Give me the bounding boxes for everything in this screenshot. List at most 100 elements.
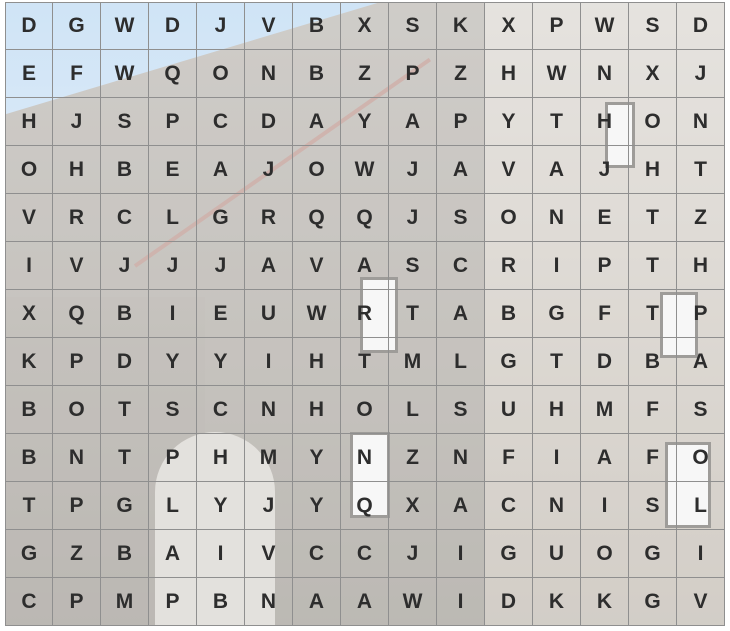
letter-cell[interactable]: V (53, 242, 101, 290)
letter-cell[interactable]: G (53, 2, 101, 50)
letter-cell[interactable]: C (293, 530, 341, 578)
letter-cell[interactable]: B (197, 578, 245, 626)
letter-cell[interactable]: V (293, 242, 341, 290)
letter-cell[interactable]: P (677, 290, 725, 338)
letter-cell[interactable]: J (101, 242, 149, 290)
letter-cell[interactable]: B (293, 2, 341, 50)
letter-cell[interactable]: I (533, 434, 581, 482)
letter-cell[interactable]: T (629, 242, 677, 290)
letter-cell[interactable]: N (245, 50, 293, 98)
letter-cell[interactable]: T (533, 98, 581, 146)
letter-cell[interactable]: V (5, 194, 53, 242)
letter-cell[interactable]: K (437, 2, 485, 50)
letter-cell[interactable]: C (341, 530, 389, 578)
letter-cell[interactable]: P (53, 578, 101, 626)
letter-cell[interactable]: W (341, 146, 389, 194)
letter-cell[interactable]: R (245, 194, 293, 242)
letter-cell[interactable]: O (341, 386, 389, 434)
letter-cell[interactable]: P (581, 242, 629, 290)
letter-cell[interactable]: D (677, 2, 725, 50)
letter-cell[interactable]: M (389, 338, 437, 386)
letter-cell[interactable]: Z (389, 434, 437, 482)
letter-cell[interactable]: G (629, 578, 677, 626)
letter-cell[interactable]: V (677, 578, 725, 626)
letter-cell[interactable]: T (5, 482, 53, 530)
letter-cell[interactable]: E (581, 194, 629, 242)
letter-cell[interactable]: S (101, 98, 149, 146)
letter-cell[interactable]: A (245, 242, 293, 290)
letter-cell[interactable]: S (677, 386, 725, 434)
letter-cell[interactable]: C (197, 98, 245, 146)
letter-cell[interactable]: G (629, 530, 677, 578)
letter-cell[interactable]: L (677, 482, 725, 530)
letter-cell[interactable]: I (197, 530, 245, 578)
letter-cell[interactable]: H (677, 242, 725, 290)
letter-cell[interactable]: B (101, 290, 149, 338)
letter-cell[interactable]: Z (677, 194, 725, 242)
letter-cell[interactable]: A (293, 98, 341, 146)
letter-cell[interactable]: I (149, 290, 197, 338)
letter-cell[interactable]: A (677, 338, 725, 386)
letter-cell[interactable]: H (485, 50, 533, 98)
letter-cell[interactable]: Q (53, 290, 101, 338)
letter-cell[interactable]: A (197, 146, 245, 194)
letter-cell[interactable]: B (5, 386, 53, 434)
letter-cell[interactable]: P (149, 98, 197, 146)
letter-cell[interactable]: F (581, 290, 629, 338)
letter-cell[interactable]: A (389, 98, 437, 146)
letter-cell[interactable]: N (245, 386, 293, 434)
letter-cell[interactable]: G (101, 482, 149, 530)
letter-cell[interactable]: W (293, 290, 341, 338)
letter-cell[interactable]: T (629, 194, 677, 242)
letter-cell[interactable]: J (389, 194, 437, 242)
letter-cell[interactable]: B (485, 290, 533, 338)
letter-cell[interactable]: S (629, 2, 677, 50)
letter-cell[interactable]: O (677, 434, 725, 482)
letter-cell[interactable]: S (437, 194, 485, 242)
letter-cell[interactable]: C (101, 194, 149, 242)
letter-cell[interactable]: Z (341, 50, 389, 98)
letter-cell[interactable]: S (389, 242, 437, 290)
letter-cell[interactable]: H (629, 146, 677, 194)
letter-cell[interactable]: L (437, 338, 485, 386)
letter-cell[interactable]: B (101, 146, 149, 194)
letter-cell[interactable]: D (581, 338, 629, 386)
letter-cell[interactable]: F (485, 434, 533, 482)
letter-cell[interactable]: Z (53, 530, 101, 578)
letter-cell[interactable]: E (149, 146, 197, 194)
letter-cell[interactable]: A (437, 290, 485, 338)
letter-cell[interactable]: R (53, 194, 101, 242)
letter-cell[interactable]: I (677, 530, 725, 578)
letter-cell[interactable]: H (197, 434, 245, 482)
letter-cell[interactable]: D (245, 98, 293, 146)
letter-cell[interactable]: T (629, 290, 677, 338)
letter-cell[interactable]: R (341, 290, 389, 338)
letter-cell[interactable]: J (245, 146, 293, 194)
letter-cell[interactable]: S (437, 386, 485, 434)
letter-cell[interactable]: Y (293, 482, 341, 530)
letter-cell[interactable]: Q (341, 194, 389, 242)
letter-cell[interactable]: N (677, 98, 725, 146)
letter-cell[interactable]: V (245, 530, 293, 578)
letter-cell[interactable]: D (485, 578, 533, 626)
letter-cell[interactable]: F (53, 50, 101, 98)
letter-cell[interactable]: G (485, 530, 533, 578)
letter-cell[interactable]: T (101, 434, 149, 482)
letter-cell[interactable]: F (629, 386, 677, 434)
letter-cell[interactable]: K (581, 578, 629, 626)
letter-cell[interactable]: U (245, 290, 293, 338)
letter-cell[interactable]: G (485, 338, 533, 386)
letter-cell[interactable]: O (629, 98, 677, 146)
letter-cell[interactable]: Z (437, 50, 485, 98)
letter-cell[interactable]: Y (341, 98, 389, 146)
letter-cell[interactable]: O (293, 146, 341, 194)
letter-cell[interactable]: S (149, 386, 197, 434)
letter-cell[interactable]: T (341, 338, 389, 386)
letter-cell[interactable]: X (389, 482, 437, 530)
letter-cell[interactable]: G (533, 290, 581, 338)
letter-cell[interactable]: I (437, 578, 485, 626)
letter-cell[interactable]: A (293, 578, 341, 626)
letter-cell[interactable]: G (197, 194, 245, 242)
letter-cell[interactable]: B (5, 434, 53, 482)
letter-cell[interactable]: E (197, 290, 245, 338)
